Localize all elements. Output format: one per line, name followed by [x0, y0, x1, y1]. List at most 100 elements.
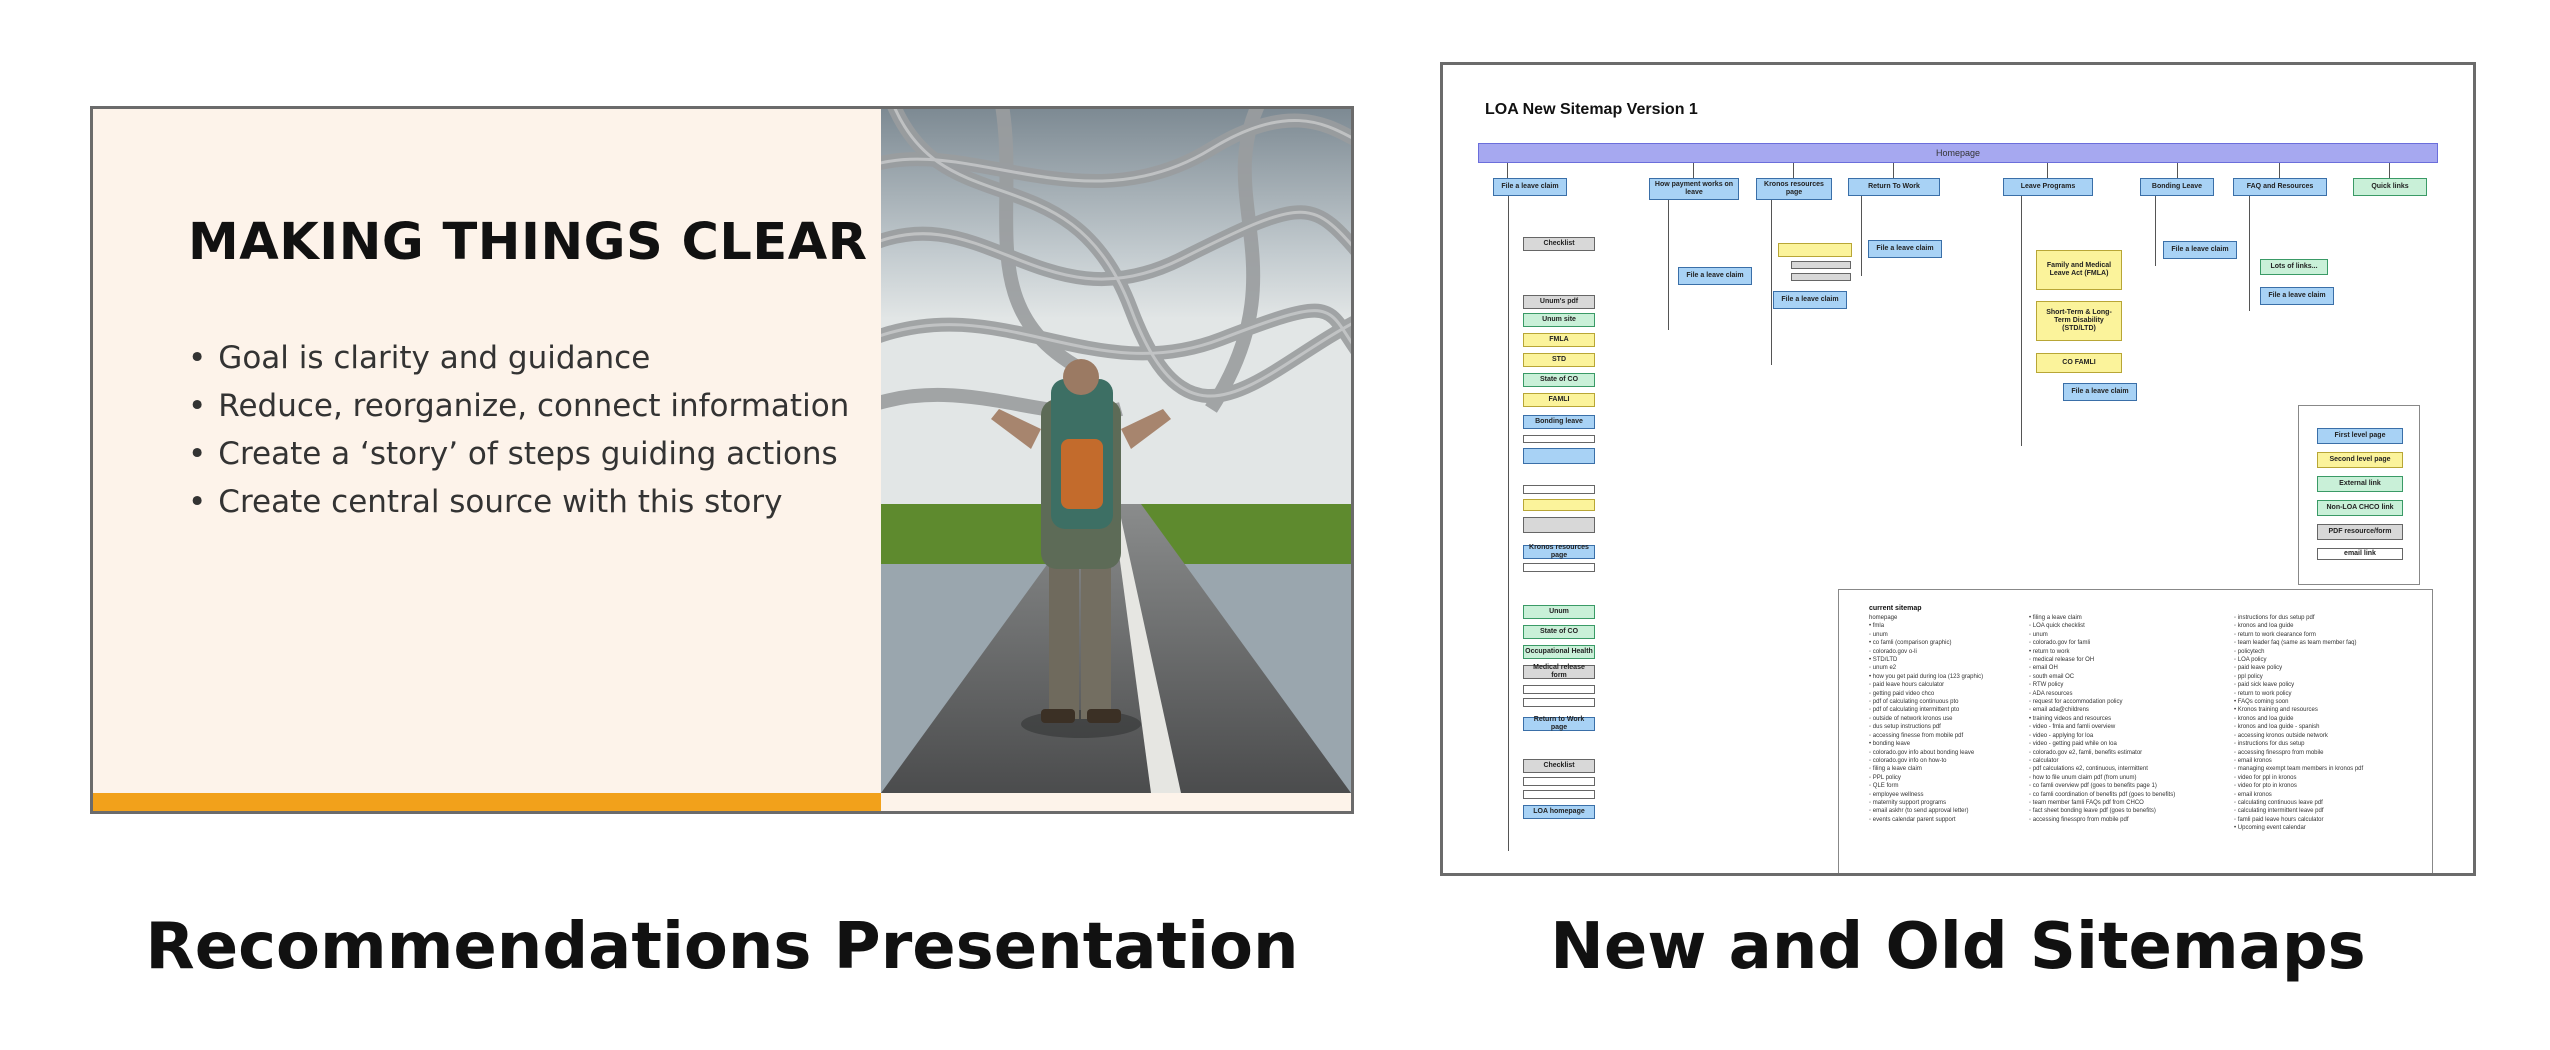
current-sitemap-box: current sitemap homepage • fmla ◦ unum • co…: [1838, 589, 2433, 873]
current-sitemap-entry: ◦ medical release for OH: [2029, 657, 2095, 664]
slide-title: MAKING THINGS CLEAR: [188, 213, 868, 272]
col1-item: FMLA: [1523, 333, 1595, 347]
current-sitemap-entry: ◦ getting paid video chco: [1869, 690, 1935, 697]
current-sitemap-entry: ◦ video for pto in kronos: [2234, 783, 2297, 790]
current-sitemap-entry: ◦ email kronos: [2234, 757, 2272, 764]
current-sitemap-entry: • return to work: [2029, 648, 2070, 655]
node-payment: How payment works on leave: [1649, 178, 1739, 200]
node-bonding: Bonding Leave: [2140, 178, 2214, 196]
current-sitemap-entry: ◦ ADA resources: [2029, 690, 2073, 697]
payment-file-claim: File a leave claim: [1678, 267, 1752, 285]
current-sitemap-entry: ◦ colorado.gov o-li: [1869, 648, 1917, 655]
current-sitemap-entry: ◦ unum: [1869, 631, 1888, 638]
col1-item: FAMLI: [1523, 393, 1595, 407]
col1-item: Checklist: [1523, 237, 1595, 251]
current-sitemap-entry: ◦ team member famli FAQs pdf from CHCO: [2029, 799, 2144, 806]
bullet-item: Create a ‘story’ of steps guiding action…: [188, 430, 849, 478]
current-sitemap-entry: ◦ how to file unum claim pdf (from unum): [2029, 774, 2137, 781]
current-sitemap-entry: ◦ maternity support programs: [1869, 799, 1947, 806]
legend-first-level: First level page: [2317, 428, 2403, 444]
current-sitemap-entry: ◦ accessing kronos outside network: [2234, 732, 2328, 739]
current-sitemap-entry: ◦ calculating continuous leave pdf: [2234, 799, 2323, 806]
current-sitemap-col2: • filing a leave claim ◦ LOA quick checkl…: [2029, 614, 2175, 824]
current-sitemap-col1: homepage • fmla ◦ unum • co famli (comparis…: [1869, 614, 1983, 824]
programs-file-claim: File a leave claim: [2063, 383, 2137, 401]
photo-illustration: [881, 109, 1351, 793]
current-sitemap-entry: ◦ email kronos: [2234, 791, 2272, 798]
col1-item: Unum: [1523, 605, 1595, 619]
current-sitemap-entry: • Kronos training and resources: [2234, 707, 2318, 714]
current-sitemap-entry: ◦ fact sheet bonding leave pdf (goes to …: [2029, 808, 2156, 815]
current-sitemap-entry: • fmla: [1869, 623, 1885, 630]
current-sitemap-entry: • co famli (comparison graphic): [1869, 640, 1952, 647]
faq-lots-of-links: Lots of links...: [2260, 259, 2328, 275]
node-faq: FAQ and Resources: [2233, 178, 2327, 196]
col1-item: Return to Work page: [1523, 716, 1595, 731]
col1-item: Unum site: [1523, 313, 1595, 327]
faq-file-claim: File a leave claim: [2260, 287, 2334, 305]
rtw-file-claim: File a leave claim: [1868, 240, 1942, 258]
current-sitemap-entry: ◦ paid leave hours calculator: [1869, 682, 1945, 689]
current-sitemap-entry: ◦ accessing finesspro from mobile: [2234, 749, 2324, 756]
current-sitemap-entry: • training videos and resources: [2029, 715, 2112, 722]
legend-non-loa: Non-LOA CHCO link: [2317, 500, 2403, 516]
program-std: Short-Term & Long-Term Disability (STD/L…: [2036, 301, 2122, 341]
current-sitemap-entry: ◦ email OH: [2029, 665, 2058, 672]
current-sitemap-entry: ◦ PPL policy: [1869, 774, 1901, 781]
sitemap-legend: First level page Second level page Exter…: [2298, 405, 2420, 585]
current-sitemap-entry: ◦ filing a leave claim: [1869, 766, 1922, 773]
kronos-file-claim: File a leave claim: [1773, 291, 1847, 309]
current-sitemap-entry: ◦ unum e2: [1869, 665, 1897, 672]
current-sitemap-entry: ◦ events calendar parent support: [1869, 816, 1956, 823]
current-sitemap-entry: ◦ RTW policy: [2029, 682, 2064, 689]
current-sitemap-entry: ◦ pdf of calculating intermittent pto: [1869, 707, 1960, 714]
sitemap-title: LOA New Sitemap Version 1: [1485, 101, 1698, 118]
orange-footer-bar: [93, 793, 881, 811]
node-leave-programs: Leave Programs: [2003, 178, 2093, 196]
current-sitemap-entry: ◦ kronos and loa guide: [2234, 715, 2294, 722]
current-sitemap-entry: • FAQs coming soon: [2234, 699, 2289, 706]
current-sitemap-entry: • how you get paid during loa (123 graph…: [1869, 673, 1984, 680]
program-fmla: Family and Medical Leave Act (FMLA): [2036, 250, 2122, 290]
col1-item: Kronos resources page: [1523, 544, 1595, 559]
current-sitemap-entry: ◦ ppl policy: [2234, 673, 2263, 680]
current-sitemap-entry: ◦ video - getting paid while on loa: [2029, 741, 2117, 748]
current-sitemap-entry: • bonding leave: [1869, 741, 1911, 748]
current-sitemap-entry: ◦ colorado.gov for famli: [2029, 640, 2091, 647]
current-sitemap-entry: ◦ request for accommodation policy: [2029, 699, 2123, 706]
node-file-claim: File a leave claim: [1493, 178, 1567, 196]
col1-item: LOA homepage: [1523, 805, 1595, 819]
node-quick-links: Quick links: [2353, 178, 2427, 196]
node-rtw: Return To Work: [1848, 178, 1940, 196]
current-sitemap-entry: ◦ pdf of calculating continuous pto: [1869, 699, 1959, 706]
col1-item: Medical release form: [1523, 664, 1595, 679]
current-sitemap-entry: ◦ video - applying for loa: [2029, 732, 2094, 739]
current-sitemap-entry: ◦ video for ppl in kronos: [2234, 774, 2297, 781]
current-sitemap-col3: ◦ instructions for dus setup pdf ◦ kronos…: [2234, 614, 2363, 833]
current-sitemap-entry: • filing a leave claim: [2029, 615, 2082, 621]
current-sitemap-entry: ◦ email askhr (to send approval letter): [1869, 808, 1969, 815]
current-sitemap-entry: ◦ paid leave policy: [2234, 665, 2283, 672]
current-sitemap-entry: ◦ famli paid leave hours calculator: [2234, 816, 2324, 823]
current-sitemap-entry: ◦ calculating intermittent leave pdf: [2234, 808, 2324, 815]
hiker-crossroads-photo: [881, 109, 1351, 793]
current-sitemap-entry: ◦ unum: [2029, 631, 2048, 638]
bullet-item: Create central source with this story: [188, 478, 849, 526]
current-sitemap-entry: ◦ colorado.gov info about bonding leave: [1869, 749, 1975, 756]
col1-item: STD: [1523, 353, 1595, 367]
current-sitemap-entry: ◦ co famli coordination of benefits pdf …: [2029, 791, 2176, 798]
program-famli: CO FAMLI: [2036, 353, 2122, 373]
current-sitemap-entry: ◦ policytech: [2234, 648, 2265, 655]
current-sitemap-entry: • STD/LTD: [1869, 657, 1898, 664]
current-sitemap-entry: ◦ colorado.gov e2, famli, benefits estim…: [2029, 749, 2143, 756]
sitemap-image: LOA New Sitemap Version 1 Homepage File …: [1440, 62, 2476, 876]
current-sitemap-entry: ◦ LOA quick checklist: [2029, 623, 2085, 630]
current-sitemap-entry: ◦ dus setup instructions pdf: [1869, 724, 1941, 731]
current-sitemap-entry: ◦ kronos and loa guide: [2234, 623, 2294, 630]
legend-pdf: PDF resource/form: [2317, 524, 2403, 540]
col1-item: Bonding leave: [1523, 415, 1595, 429]
caption-recommendations: Recommendations Presentation: [145, 910, 1299, 984]
current-sitemap-entry: ◦ paid sick leave policy: [2234, 682, 2295, 689]
caption-sitemaps: New and Old Sitemaps: [1550, 910, 2366, 984]
legend-external: External link: [2317, 476, 2403, 492]
